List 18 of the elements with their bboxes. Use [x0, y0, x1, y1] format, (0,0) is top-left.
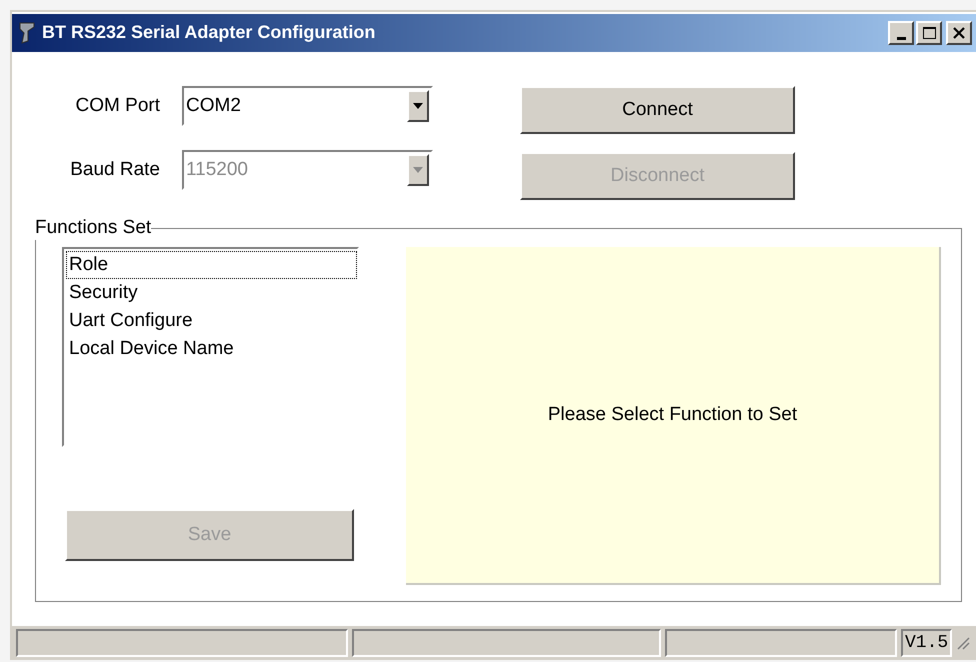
field-label: COM Port [74, 94, 161, 118]
list-item[interactable]: Role [66, 251, 357, 280]
list-item[interactable]: Security [66, 279, 357, 308]
minimize-button[interactable] [888, 20, 914, 45]
dropdown[interactable]: COM2 [182, 86, 433, 126]
app-icon [18, 20, 36, 45]
list-item[interactable]: Uart Configure [66, 307, 357, 336]
field-label: Baud Rate [69, 158, 161, 182]
maximize-button[interactable] [916, 20, 942, 45]
close-icon [953, 26, 965, 39]
list-item[interactable]: Local Device Name [66, 335, 357, 364]
window-title: BT RS232 Serial Adapter Configuration [42, 21, 376, 44]
action-button[interactable]: Connect [520, 86, 795, 134]
group-title: Functions Set [35, 216, 152, 240]
version-label: V1.5 [901, 629, 952, 658]
resize-grip-icon [956, 636, 970, 650]
close-button[interactable] [946, 20, 972, 45]
info-message: Please Select Function to Set [548, 402, 798, 427]
